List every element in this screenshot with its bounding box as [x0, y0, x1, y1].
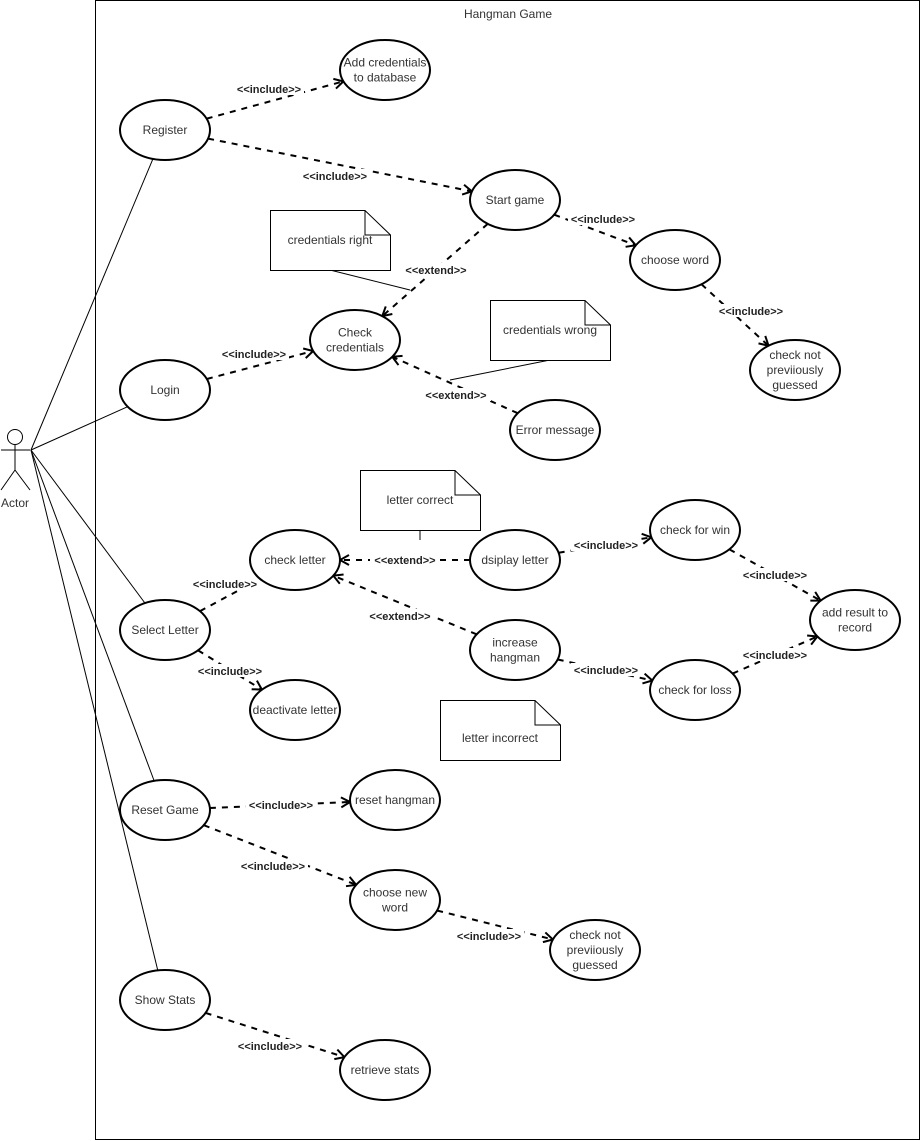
- note-text: credentials wrong: [503, 323, 597, 337]
- use-case-label: Login: [150, 383, 179, 397]
- relation-label: <<extend>>: [374, 555, 435, 567]
- use-case-label: deactivate letter: [253, 703, 338, 717]
- note-text: letter incorrect: [462, 731, 539, 745]
- actor[interactable]: Actor: [0, 429, 31, 511]
- relation-label: <<include>>: [222, 349, 286, 361]
- relation-label: <<include>>: [571, 214, 635, 226]
- use-case-check-for-loss[interactable]: check for loss: [649, 659, 741, 721]
- use-case-label: check for win: [660, 523, 730, 537]
- use-case-label: previiously: [567, 943, 624, 957]
- actor-label: Actor: [1, 496, 29, 510]
- use-case-register[interactable]: Register: [119, 99, 211, 161]
- use-case-choose-word[interactable]: choose word: [629, 229, 721, 291]
- use-case-label: choose new: [363, 886, 427, 900]
- use-case-label: guessed: [772, 378, 817, 392]
- relation-label: <<include>>: [303, 171, 367, 183]
- use-case-label: Start game: [486, 193, 545, 207]
- use-case-check-credentials[interactable]: Checkcredentials: [309, 309, 401, 371]
- use-case-check-not-guessed-1[interactable]: check notpreviiouslyguessed: [749, 339, 841, 401]
- relation-label: <<include>>: [743, 650, 807, 662]
- use-case-show-stats[interactable]: Show Stats: [119, 969, 211, 1031]
- use-case-label: check not: [569, 928, 621, 942]
- use-case-label: add result to: [822, 606, 888, 620]
- use-case-check-for-win[interactable]: check for win: [649, 499, 741, 561]
- use-case-label: Error message: [516, 423, 595, 437]
- use-case-reset-hangman[interactable]: reset hangman: [349, 769, 441, 831]
- use-case-diagram: Hangman Game <<include>> <<include>> <<inc…: [0, 0, 920, 1140]
- use-case-increase-hangman[interactable]: increasehangman: [469, 619, 561, 681]
- relation-label: <<include>>: [193, 579, 257, 591]
- use-case-deactivate-letter[interactable]: deactivate letter: [249, 679, 341, 741]
- use-case-label: check not: [769, 348, 821, 362]
- use-case-label: Reset Game: [131, 803, 199, 817]
- actor-stick-figure-icon: [0, 429, 31, 491]
- use-case-label: check for loss: [658, 683, 731, 697]
- use-case-label: credentials: [326, 341, 384, 355]
- use-case-choose-new-word[interactable]: choose newword: [349, 869, 441, 931]
- use-case-add-credentials[interactable]: Add credentialsto database: [339, 39, 431, 101]
- relation-label: <<include>>: [237, 84, 301, 96]
- use-case-check-not-guessed-2[interactable]: check notpreviiouslyguessed: [549, 919, 641, 981]
- relation-label: <<extend>>: [405, 265, 466, 277]
- note-credentials-right: credentials right: [270, 210, 391, 271]
- system-title: Hangman Game: [464, 7, 552, 21]
- use-case-label: to database: [354, 71, 417, 85]
- use-case-label: Add credentials: [344, 56, 427, 70]
- use-case-login[interactable]: Login: [119, 359, 211, 421]
- relation-label: <<extend>>: [425, 390, 486, 402]
- use-case-label: dsiplay letter: [481, 553, 548, 567]
- use-case-label: guessed: [572, 958, 617, 972]
- use-case-label: record: [838, 621, 872, 635]
- relation-label: <<include>>: [457, 931, 521, 943]
- relation-label: <<include>>: [198, 666, 262, 678]
- note-credentials-wrong: credentials wrong: [490, 300, 611, 361]
- use-case-label: previiously: [767, 363, 824, 377]
- use-case-error-message[interactable]: Error message: [509, 399, 601, 461]
- use-case-label: hangman: [490, 651, 540, 665]
- use-case-check-letter[interactable]: check letter: [249, 529, 341, 591]
- use-case-label: retrieve stats: [351, 1063, 420, 1077]
- use-case-label: Check: [338, 326, 373, 340]
- use-case-label: Show Stats: [135, 993, 196, 1007]
- relation-label: <<extend>>: [369, 611, 430, 623]
- use-case-label: choose word: [641, 253, 709, 267]
- relation-label: <<include>>: [719, 306, 783, 318]
- relation-label: <<include>>: [574, 540, 638, 552]
- note-text: credentials right: [288, 233, 373, 247]
- use-case-label: increase: [492, 636, 538, 650]
- use-case-label: Register: [143, 123, 188, 137]
- relation-label: <<include>>: [249, 800, 313, 812]
- use-case-label: word: [381, 901, 408, 915]
- use-case-retrieve-stats[interactable]: retrieve stats: [339, 1039, 431, 1101]
- note-letter-correct: letter correct: [360, 470, 481, 531]
- use-case-reset-game[interactable]: Reset Game: [119, 779, 211, 841]
- relation-label: <<include>>: [238, 1041, 302, 1053]
- use-case-label: reset hangman: [355, 793, 435, 807]
- use-case-start-game[interactable]: Start game: [469, 169, 561, 231]
- relation-label: <<include>>: [241, 861, 305, 873]
- relation-label: <<include>>: [743, 570, 807, 582]
- use-case-select-letter[interactable]: Select Letter: [119, 599, 211, 661]
- use-case-add-result[interactable]: add result torecord: [809, 589, 901, 651]
- relation-label: <<include>>: [574, 665, 638, 677]
- use-case-label: Select Letter: [131, 623, 198, 637]
- use-case-display-letter[interactable]: dsiplay letter: [469, 529, 561, 591]
- use-case-label: check letter: [264, 553, 325, 567]
- note-text: letter correct: [387, 493, 454, 507]
- note-letter-incorrect: letter incorrect: [440, 700, 561, 761]
